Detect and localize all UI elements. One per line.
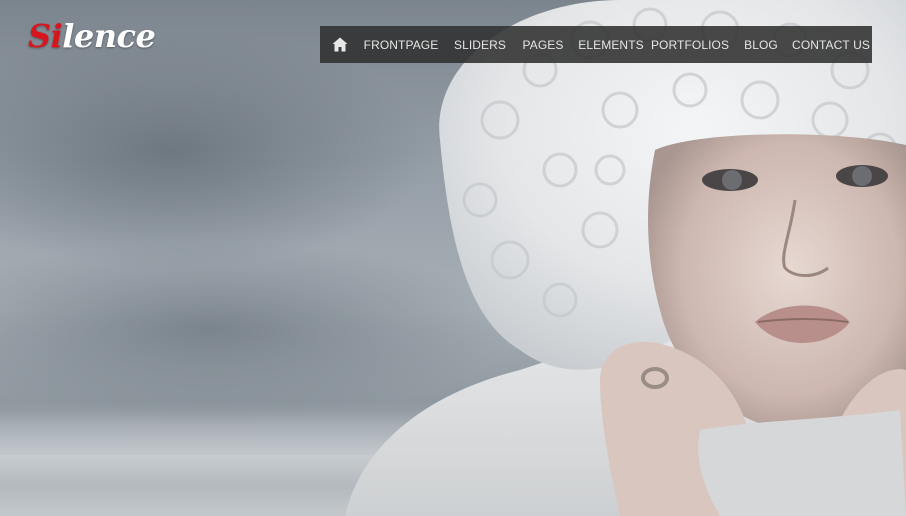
hero-background: [0, 0, 906, 516]
logo-accent-text: Si: [28, 17, 63, 55]
nav-item-sliders[interactable]: SLIDERS: [442, 26, 518, 63]
nav-item-elements[interactable]: ELEMENTS: [568, 26, 654, 63]
nav-item-portfolios[interactable]: PORTFOLIOS: [651, 26, 729, 63]
logo-text: lence: [62, 17, 156, 55]
main-navigation: FRONTPAGE SLIDERS PAGES ELEMENTS PORTFOL…: [320, 26, 872, 63]
nav-item-blog[interactable]: BLOG: [726, 26, 796, 63]
nav-item-frontpage[interactable]: FRONTPAGE: [360, 26, 442, 63]
site-logo[interactable]: Silence: [28, 17, 156, 55]
home-icon[interactable]: [320, 26, 360, 63]
home-icon-glyph: [332, 37, 348, 52]
hero-portrait-image: [345, 0, 906, 516]
nav-item-contact-us[interactable]: CONTACT US: [792, 26, 870, 63]
nav-item-pages[interactable]: PAGES: [518, 26, 568, 63]
